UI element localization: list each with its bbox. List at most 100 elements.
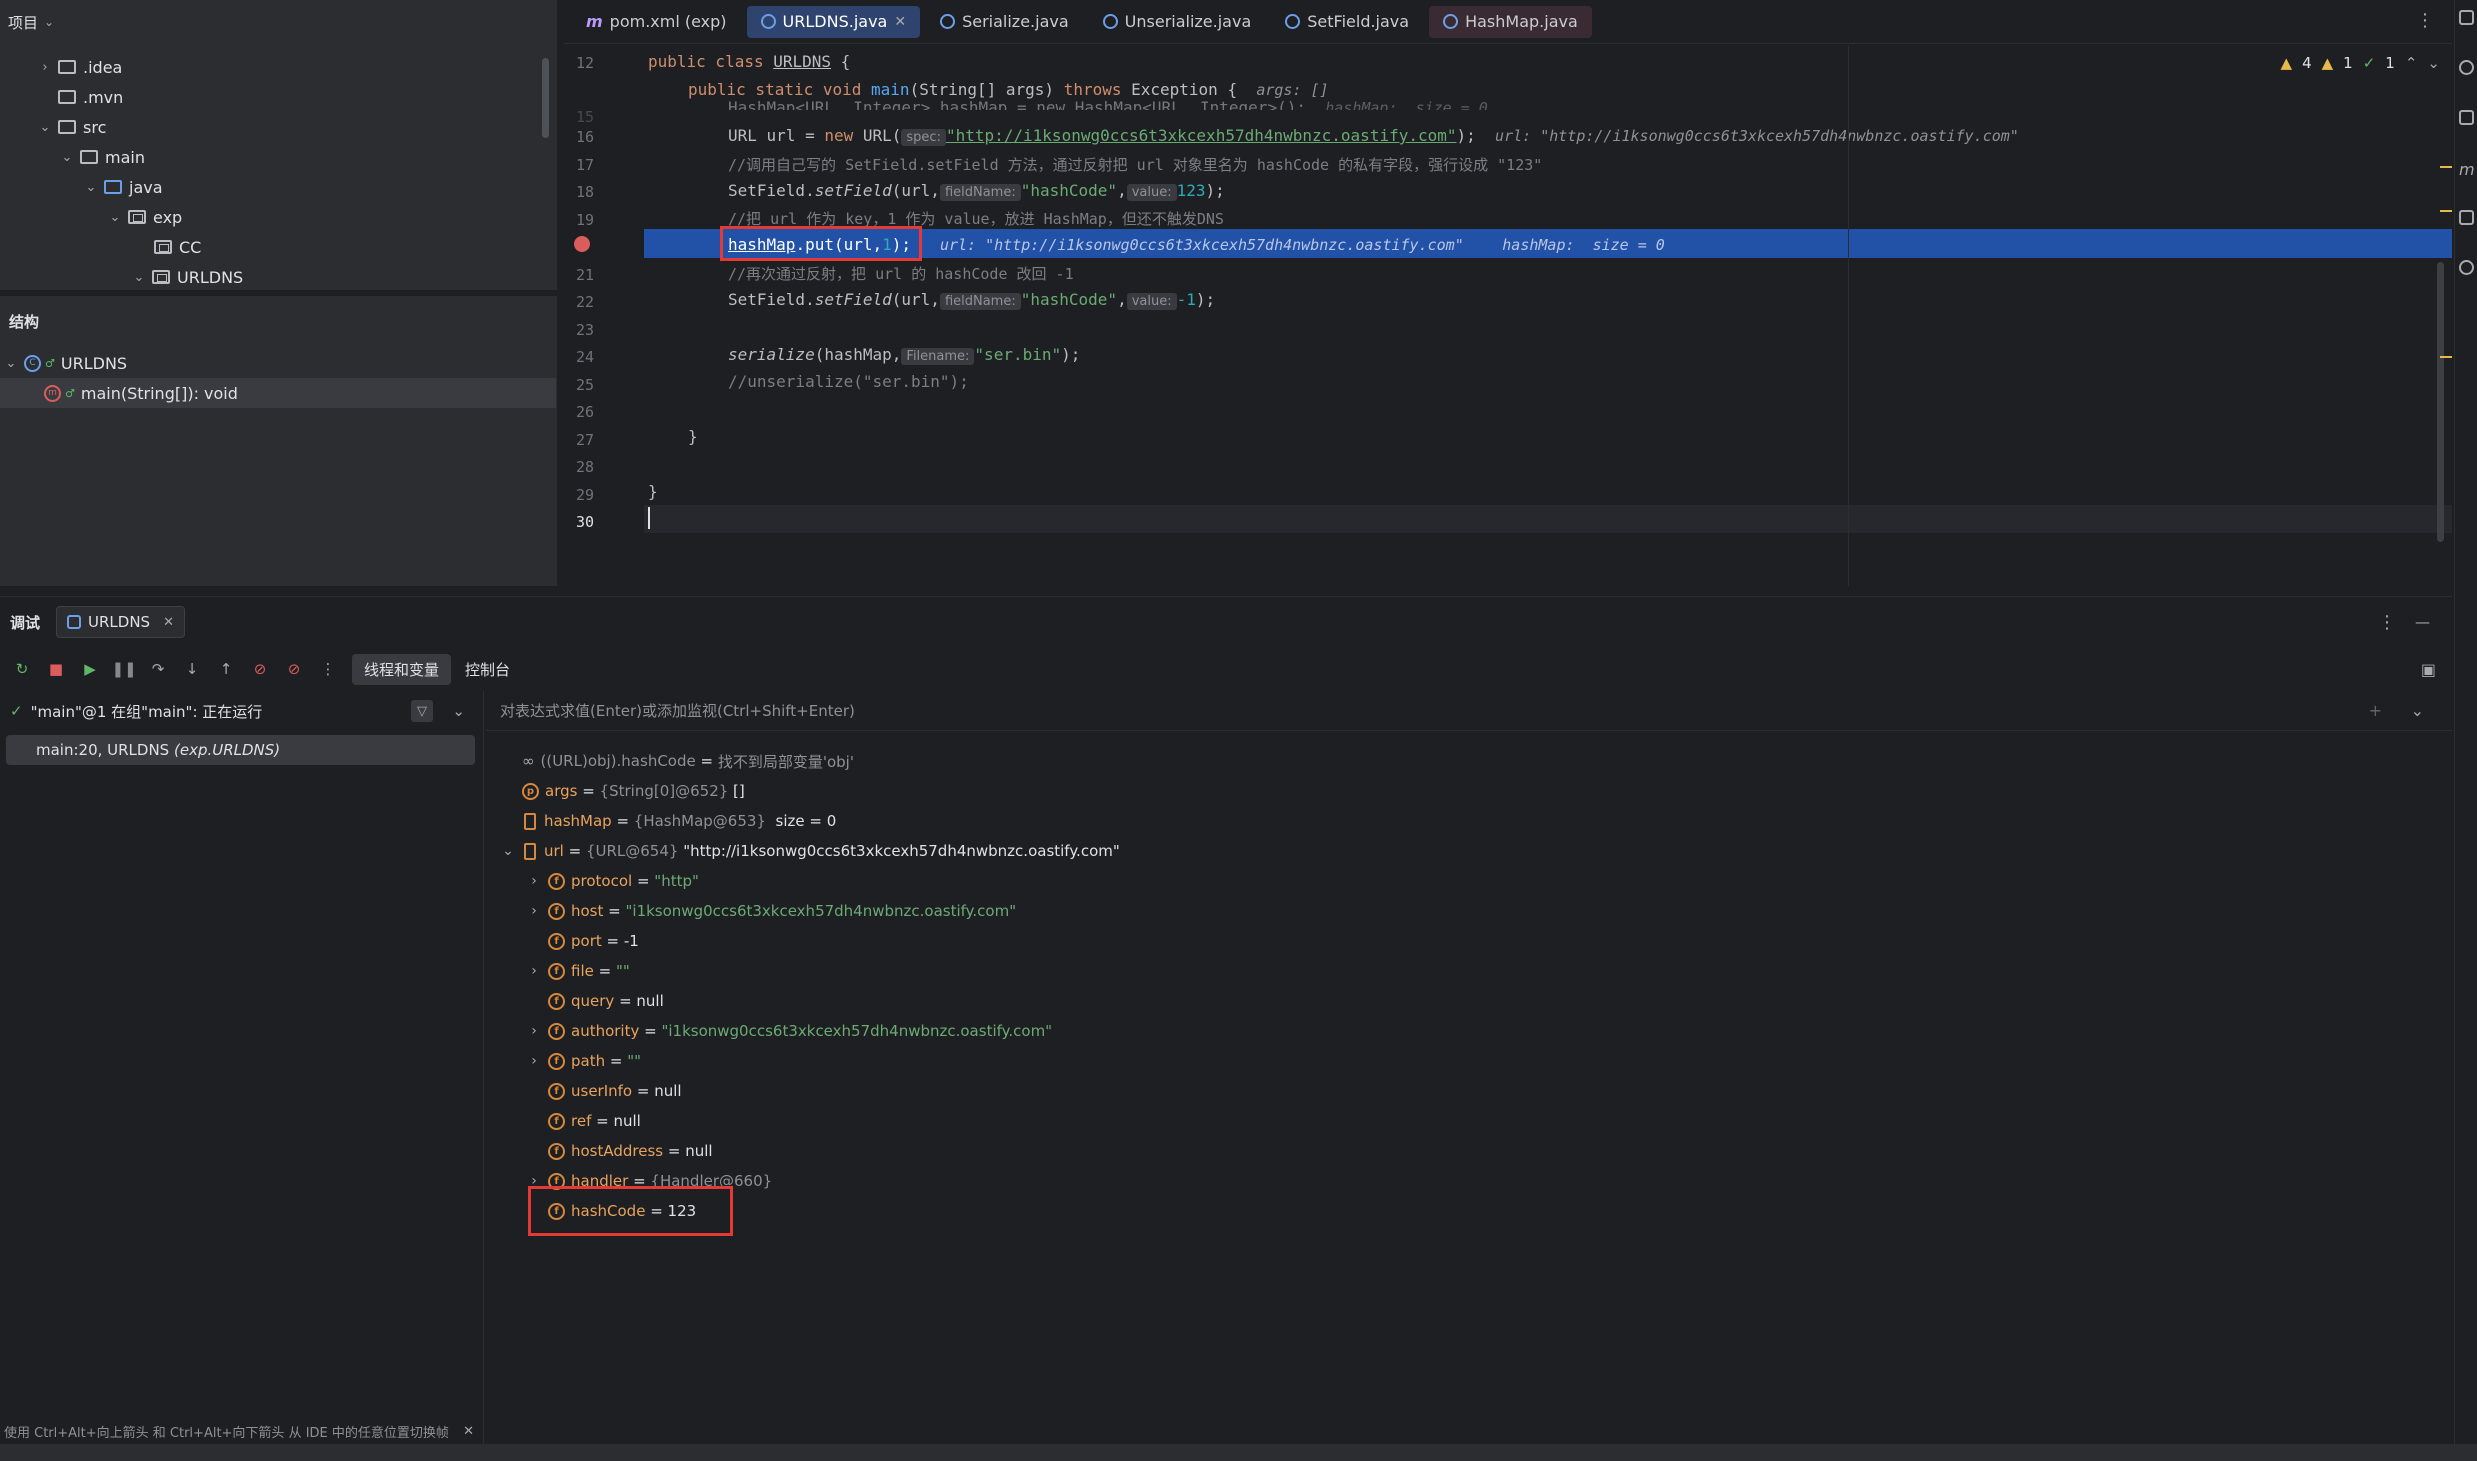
chevron-down-icon[interactable]: ⌄ [452, 702, 465, 720]
chevron-down-icon[interactable]: ⌄ [38, 120, 52, 135]
tab-console[interactable]: 控制台 [465, 659, 510, 680]
variable-value: size = 0 [765, 812, 837, 830]
structure-icon[interactable] [2459, 210, 2474, 225]
resume-icon[interactable]: ▶ [80, 659, 100, 679]
structure-method-item[interactable]: m ♂ main(String[]): void [0, 378, 556, 408]
package-icon [152, 270, 170, 284]
field-icon: f [548, 932, 565, 950]
tab-pom-xml[interactable]: m pom.xml (exp) [572, 6, 741, 38]
close-icon[interactable]: ✕ [894, 14, 906, 30]
warning-marker[interactable] [2440, 356, 2452, 358]
inspection-widget[interactable]: ▲ 4 ▲ 1 ✓ 1 ⌃ ⌄ [2281, 54, 2440, 72]
chevron-right-icon[interactable]: › [526, 963, 542, 979]
chevron-down-icon[interactable]: ⌄ [132, 270, 146, 285]
variable-row[interactable]: f userInfo = null [526, 1076, 682, 1106]
view-breakpoints-icon[interactable]: ⊘ [250, 659, 270, 679]
chevron-right-icon[interactable]: › [526, 1053, 542, 1069]
close-icon[interactable]: ✕ [463, 1424, 474, 1439]
stop-icon[interactable]: ■ [46, 659, 66, 679]
tree-item-main[interactable]: ⌄ main [60, 142, 145, 172]
tab-setfield-java[interactable]: SetField.java [1271, 6, 1423, 38]
project-header[interactable]: 项目 ⌄ [0, 0, 557, 44]
debug-session-tab[interactable]: URLDNS ✕ [56, 606, 185, 638]
warning-marker[interactable] [2440, 166, 2452, 168]
notifications-icon[interactable] [2459, 10, 2474, 25]
field-icon: f [548, 962, 565, 980]
tab-hashmap-java[interactable]: HashMap.java [1429, 5, 1592, 38]
variable-row[interactable]: p args = {String[0]@652} [] [500, 776, 745, 806]
chevron-down-icon[interactable]: ⌄ [2427, 54, 2440, 72]
tree-item-java[interactable]: ⌄ java [84, 172, 163, 202]
chevron-down-icon[interactable]: ⌄ [60, 150, 74, 165]
step-over-icon[interactable]: ↷ [148, 659, 168, 679]
more-options-icon[interactable]: ⋮ [2416, 10, 2434, 31]
chevron-right-icon[interactable]: › [526, 1023, 542, 1039]
structure-class-item[interactable]: ⌄ C ♂ URLDNS [4, 348, 128, 378]
chevron-down-icon[interactable]: ⌄ [2411, 701, 2424, 720]
layout-icon[interactable]: ▣ [2421, 660, 2436, 679]
variable-row[interactable]: f hostAddress = null [526, 1136, 713, 1166]
chevron-down-icon[interactable]: ⌄ [44, 15, 54, 29]
chevron-up-icon[interactable]: ⌃ [2405, 54, 2418, 72]
variable-row[interactable]: f query = null [526, 986, 664, 1016]
filter-icon[interactable]: ▽ [411, 700, 433, 722]
tree-item-mvn[interactable]: .mvn [38, 82, 123, 112]
variable-type: {HashMap@653} [633, 812, 766, 830]
tab-serialize-java[interactable]: Serialize.java [926, 6, 1083, 38]
line-number: 25 [575, 376, 594, 394]
chevron-down-icon[interactable]: ⌄ [4, 356, 18, 371]
chevron-down-icon[interactable]: ⌄ [84, 180, 98, 195]
tab-unserialize-java[interactable]: Unserialize.java [1089, 6, 1266, 38]
more-options-icon[interactable]: ⋮ [2378, 612, 2396, 633]
tree-item-idea[interactable]: › .idea [38, 52, 122, 82]
variable-value: null [685, 1142, 713, 1160]
stack-frame-item[interactable]: main:20, URLDNS (exp.URLDNS) [6, 735, 475, 765]
tree-item-exp[interactable]: ⌄ exp [108, 202, 183, 232]
step-into-icon[interactable]: ↓ [182, 659, 202, 679]
copilot-icon[interactable] [2459, 260, 2474, 275]
code-token: "hashCode" [1020, 181, 1118, 200]
code-token[interactable]: "http://i1ksonwg0ccs6t3xkcexh57dh4nwbnzc… [946, 126, 1457, 145]
variable-row[interactable]: f port = -1 [526, 926, 639, 956]
class-icon [1285, 14, 1301, 29]
chevron-down-icon[interactable]: ⌄ [108, 210, 122, 225]
tab-urldns-java[interactable]: URLDNS.java ✕ [746, 5, 921, 38]
thread-selector[interactable]: ✓ "main"@1 在组"main": 正在运行 ▽ ⌄ [0, 691, 483, 731]
evaluate-expression-input[interactable]: 对表达式求值(Enter)或添加监视(Ctrl+Shift+Enter) [486, 691, 2452, 731]
maven-icon[interactable]: m [2459, 160, 2475, 179]
variable-row[interactable]: f ref = null [526, 1106, 641, 1136]
rerun-icon[interactable]: ↻ [12, 659, 32, 679]
more-actions-icon[interactable]: ⋮ [318, 659, 338, 679]
warning-marker[interactable] [2440, 210, 2452, 212]
chevron-right-icon[interactable]: › [526, 903, 542, 919]
tab-threads-variables[interactable]: 线程和变量 [352, 653, 452, 685]
database-icon[interactable] [2459, 110, 2474, 125]
chevron-right-icon[interactable]: › [38, 60, 52, 75]
pause-icon[interactable]: ❚❚ [111, 659, 136, 679]
variable-row[interactable]: ⌄ url = {URL@654} "http://i1ksonwg0ccs6t3… [500, 836, 1120, 866]
chevron-right-icon[interactable]: › [526, 873, 542, 889]
class-icon [940, 14, 956, 29]
variable-row[interactable]: › f authority = "i1ksonwg0ccs6t3xkcexh57dh… [526, 1016, 1052, 1046]
mute-breakpoints-icon[interactable]: ⊘ [284, 659, 304, 679]
variable-row[interactable]: › f file = "" [526, 956, 630, 986]
ai-assistant-icon[interactable] [2459, 60, 2474, 75]
step-out-icon[interactable]: ↑ [216, 659, 236, 679]
variable-row[interactable]: ∞ ((URL)obj).hashCode = 找不到局部变量'obj' [500, 746, 854, 776]
tree-item-urldns[interactable]: ⌄ URLDNS [132, 262, 244, 292]
variable-row[interactable]: › f host = "i1ksonwg0ccs6t3xkcexh57dh4nwbn… [526, 896, 1016, 926]
equals-sign: = [639, 1022, 662, 1040]
variable-name: hostAddress [571, 1142, 664, 1160]
tree-item-cc[interactable]: CC [134, 232, 201, 262]
scrollbar[interactable] [2437, 262, 2444, 542]
scrollbar[interactable] [542, 58, 549, 138]
variable-row[interactable]: › f path = "" [526, 1046, 641, 1076]
tree-item-src[interactable]: ⌄ src [38, 112, 107, 142]
variable-row[interactable]: › f protocol = "http" [526, 866, 699, 896]
code-line-21: //再次通过反射，把 url 的 hashCode 改回 -1 [728, 265, 1074, 283]
chevron-down-icon[interactable]: ⌄ [500, 843, 516, 859]
close-icon[interactable]: ✕ [163, 615, 174, 630]
minimize-icon[interactable]: — [2415, 613, 2430, 631]
variable-row[interactable]: hashMap = {HashMap@653} size = 0 [500, 806, 836, 836]
add-watch-icon[interactable]: + [2369, 701, 2382, 720]
